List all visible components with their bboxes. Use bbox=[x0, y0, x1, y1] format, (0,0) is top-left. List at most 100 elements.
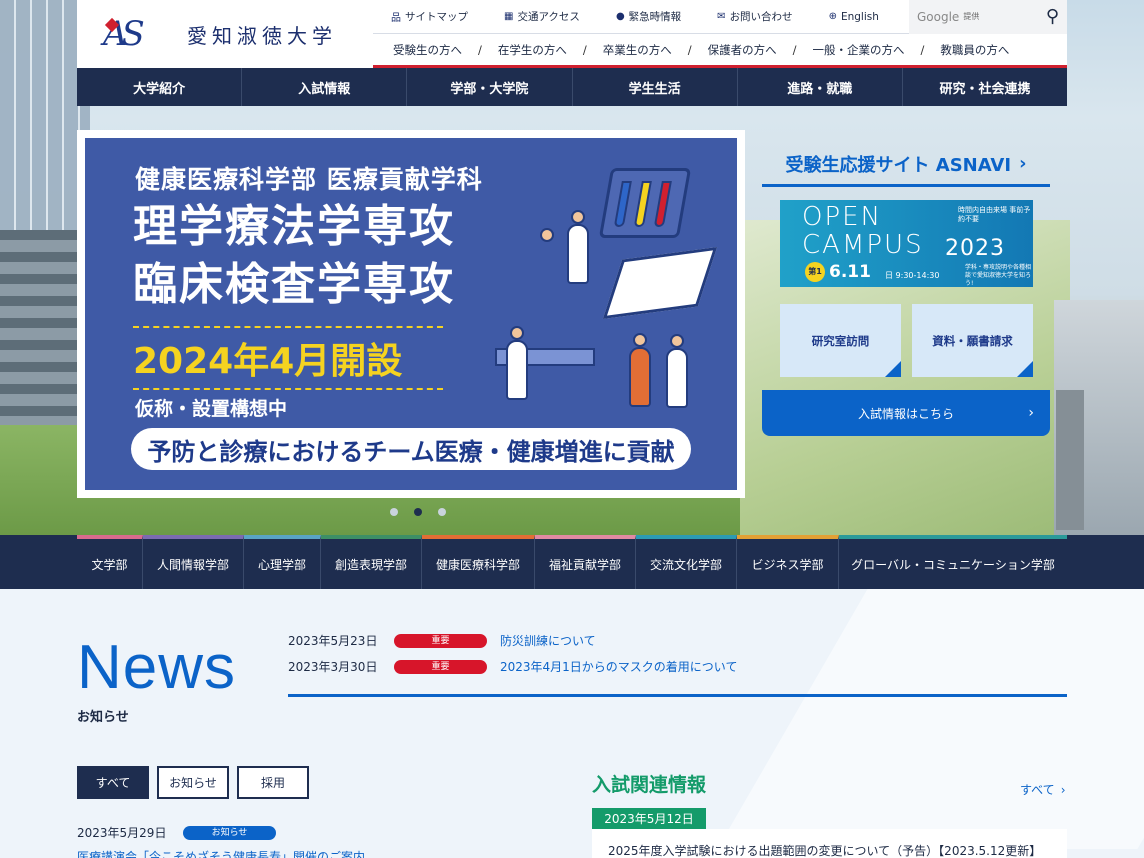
slider-dot-active[interactable] bbox=[414, 508, 422, 516]
logo-mark: AS bbox=[103, 14, 173, 54]
asnavi-label: 受験生応援サイト ASNAVI bbox=[785, 154, 1012, 176]
utility-label: お問い合わせ bbox=[729, 11, 793, 23]
oc-time-value: 9:30-14:30 bbox=[895, 271, 940, 280]
tab-notices[interactable]: お知らせ bbox=[157, 766, 229, 799]
utility-sitemap[interactable]: 品 サイトマップ bbox=[373, 9, 486, 24]
utility-contact[interactable]: ✉ お問い合わせ bbox=[699, 9, 810, 24]
audience-students[interactable]: 在学生の方へ bbox=[498, 42, 567, 58]
separator: / bbox=[582, 42, 587, 57]
nurse-illustration bbox=[666, 348, 688, 408]
doctor-illustration bbox=[567, 224, 589, 284]
tab-recruit[interactable]: 採用 bbox=[237, 766, 309, 799]
request-docs-button[interactable]: 資料・願書請求 bbox=[912, 304, 1033, 377]
slide-major-1: 理学療法学専攻 bbox=[133, 201, 455, 252]
utility-nav: 品 サイトマップ ▦ 交通アクセス ● 緊急時情報 ✉ お問い合わせ ⊕ Eng… bbox=[373, 0, 1067, 34]
gnav-about[interactable]: 大学紹介 bbox=[77, 68, 243, 106]
exam-news-link[interactable]: 2025年度入学試験における出題範囲の変更について（予告）【2023.5.12更… bbox=[592, 829, 1067, 858]
utility-label: 交通アクセス bbox=[517, 11, 580, 23]
globe-icon: ⊕ bbox=[828, 11, 837, 22]
faculty-nav-row: 文学部 人間情報学部 心理学部 創造表現学部 健康医療科学部 福祉貢献学部 交流… bbox=[77, 535, 1067, 589]
important-news-row: 2023年3月30日 重要 2023年4月1日からのマスクの着用について bbox=[288, 658, 748, 675]
gnav-campus-life[interactable]: 学生生活 bbox=[573, 68, 738, 106]
search-input[interactable]: Google 提供 ⚲ bbox=[909, 0, 1067, 34]
chevron-right-icon: › bbox=[1028, 405, 1034, 421]
audience-prospective[interactable]: 受験生の方へ bbox=[393, 42, 462, 58]
search-icon[interactable]: ⚲ bbox=[1046, 6, 1059, 27]
chevron-right-icon: › bbox=[1019, 153, 1027, 174]
oc-time: 日 9:30-14:30 bbox=[885, 270, 939, 281]
clipboard-illustration bbox=[602, 247, 718, 319]
faculty-health[interactable]: 健康医療科学部 bbox=[422, 535, 535, 589]
audience-alumni[interactable]: 卒業生の方へ bbox=[603, 42, 672, 58]
news-subtitle: お知らせ bbox=[77, 710, 129, 725]
tab-all[interactable]: すべて bbox=[77, 766, 149, 799]
news-item: 2023年5月29日 お知らせ bbox=[77, 824, 289, 841]
slider-dot[interactable] bbox=[390, 508, 398, 516]
google-brand: Google bbox=[917, 9, 960, 24]
exam-news-all-link[interactable]: すべて › bbox=[1020, 781, 1066, 798]
faculty-welfare[interactable]: 福祉貢献学部 bbox=[535, 535, 636, 589]
oc-title-1: OPEN bbox=[802, 202, 883, 232]
lab-visit-label: 研究室訪問 bbox=[811, 333, 870, 348]
utility-emergency[interactable]: ● 緊急時情報 bbox=[598, 9, 699, 24]
news-link[interactable]: 2023年4月1日からのマスクの着用について bbox=[500, 658, 737, 675]
news-badge: お知らせ bbox=[183, 825, 276, 840]
gnav-research[interactable]: 研究・社会連携 bbox=[903, 68, 1067, 106]
faculty-creative[interactable]: 創造表現学部 bbox=[321, 535, 422, 589]
faculty-culture[interactable]: 交流文化学部 bbox=[636, 535, 737, 589]
mail-icon: ✉ bbox=[717, 11, 726, 22]
google-suffix: 提供 bbox=[963, 12, 980, 21]
test-tube-rack-illustration bbox=[598, 168, 692, 238]
logo-name: 愛知淑徳大学 bbox=[187, 23, 337, 48]
slide-major-2: 臨床検査学専攻 bbox=[133, 259, 455, 310]
building-right-pillar bbox=[1056, 390, 1084, 530]
audience-parents[interactable]: 保護者の方へ bbox=[708, 42, 777, 58]
request-docs-label: 資料・願書請求 bbox=[932, 333, 1013, 348]
news-link[interactable]: 医療講演会「今こそめざそう健康長寿」開催のご案内 bbox=[77, 848, 365, 858]
oc-note: 時間内自由来場 事前予約不要 bbox=[958, 206, 1031, 223]
oc-badge: 第1回 bbox=[805, 262, 825, 282]
news-tabs: すべて お知らせ 採用 bbox=[77, 766, 309, 799]
faculty-global[interactable]: グローバル・コミュニケーション学部 bbox=[839, 535, 1067, 589]
news-section bbox=[0, 589, 1144, 858]
separator: / bbox=[478, 42, 482, 57]
slider-dots bbox=[390, 508, 446, 516]
lab-visit-button[interactable]: 研究室訪問 bbox=[780, 304, 901, 377]
audience-public[interactable]: 一般・企業の方へ bbox=[813, 42, 905, 58]
oc-date-value: 6.11 bbox=[829, 262, 871, 282]
exam-news-date: 2023年5月12日 bbox=[592, 808, 706, 829]
audience-staff[interactable]: 教職員の方へ bbox=[940, 42, 1009, 58]
global-nav: 大学紹介 入試情報 学部・大学院 学生生活 進路・就職 研究・社会連携 bbox=[77, 68, 1067, 106]
open-campus-banner[interactable]: OPEN CAMPUS 時間内自由来場 事前予約不要 2023 第1回6.11 … bbox=[780, 200, 1033, 287]
nurse-illustration-head bbox=[670, 334, 684, 348]
utility-english[interactable]: ⊕ English bbox=[811, 11, 897, 23]
therapist-illustration bbox=[506, 340, 528, 400]
faculty-business[interactable]: ビジネス学部 bbox=[737, 535, 839, 589]
separator: / bbox=[687, 42, 692, 57]
news-date: 2023年3月30日 bbox=[288, 660, 378, 674]
asnavi-link[interactable]: 受験生応援サイト ASNAVI › bbox=[762, 143, 1050, 187]
gnav-faculties[interactable]: 学部・大学院 bbox=[407, 68, 573, 106]
oc-date: 第1回6.11 bbox=[805, 262, 871, 282]
news-link[interactable]: 防災訓練について bbox=[500, 632, 596, 649]
hero-slide[interactable]: 健康医療科学部 医療貢献学科 理学療法学専攻 臨床検査学専攻 2024年4月開設… bbox=[85, 138, 737, 490]
building-icon: ▦ bbox=[504, 11, 514, 22]
exam-info-label: 入試情報はこちら bbox=[857, 406, 954, 421]
faculty-human-info[interactable]: 人間情報学部 bbox=[143, 535, 244, 589]
faculty-letters[interactable]: 文学部 bbox=[77, 535, 143, 589]
site-logo[interactable]: AS 愛知淑徳大学 bbox=[77, 0, 373, 68]
all-label: すべて bbox=[1020, 783, 1055, 797]
faculty-psychology[interactable]: 心理学部 bbox=[244, 535, 321, 589]
news-date: 2023年5月23日 bbox=[288, 634, 378, 648]
patient-illustration bbox=[629, 347, 651, 407]
exam-info-button[interactable]: 入試情報はこちら › bbox=[762, 390, 1050, 436]
slide-opening: 2024年4月開設 bbox=[133, 326, 443, 390]
important-badge: 重要 bbox=[394, 633, 487, 648]
slide-tagline: 予防と診療におけるチーム医療・健康増進に貢献 bbox=[131, 428, 691, 470]
gnav-admissions[interactable]: 入試情報 bbox=[242, 68, 408, 106]
slider-dot[interactable] bbox=[438, 508, 446, 516]
patient-illustration-head bbox=[633, 333, 647, 347]
gnav-career[interactable]: 進路・就職 bbox=[738, 68, 903, 106]
therapist-illustration-head bbox=[510, 326, 524, 340]
utility-access[interactable]: ▦ 交通アクセス bbox=[486, 9, 598, 24]
